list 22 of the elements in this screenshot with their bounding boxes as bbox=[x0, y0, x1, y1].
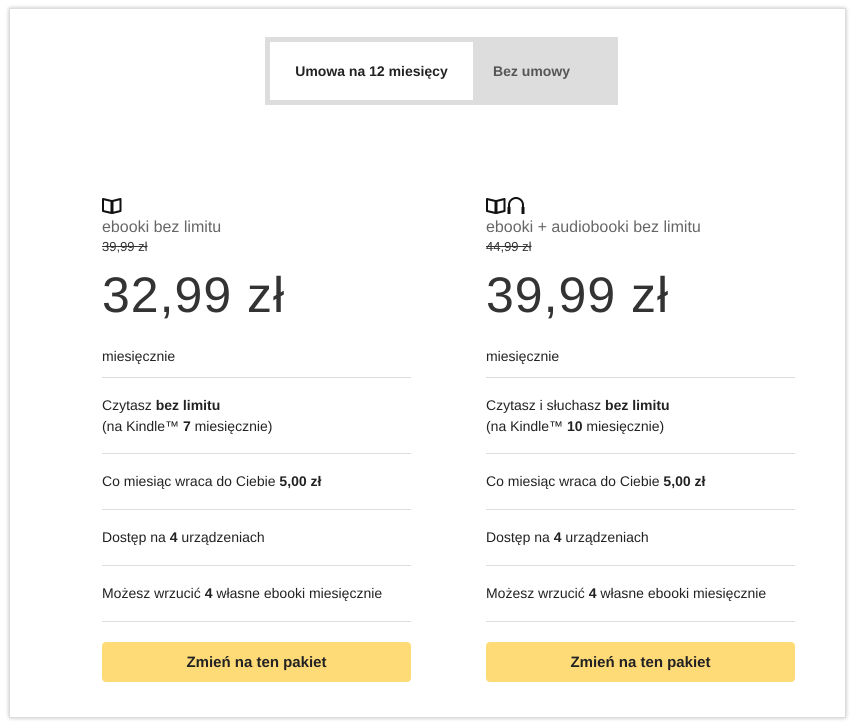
period-tab[interactable]: Umowa na 12 miesięcy bbox=[270, 42, 473, 100]
feature-text: Możesz wrzucić 4 własne ebooki miesięcznie bbox=[102, 584, 382, 603]
plan-name: ebooki bez limitu bbox=[102, 218, 222, 238]
plan-price: 32,99 zł bbox=[102, 266, 286, 325]
billing-period: miesięcznie bbox=[486, 346, 795, 378]
feature-text: Dostęp na 4 urządzeniach bbox=[486, 528, 649, 547]
feature-text: Co miesiąc wraca do Ciebie 5,00 zł bbox=[486, 472, 706, 491]
feature-text: Dostęp na 4 urządzeniach bbox=[102, 528, 265, 547]
feature-text: Co miesiąc wraca do Ciebie 5,00 zł bbox=[102, 472, 322, 491]
feature-text: Czytasz i słuchasz bez limitu (na Kindle™ 10 miesięcznie) bbox=[486, 396, 670, 436]
plan-price: 39,99 zł bbox=[486, 266, 670, 325]
change-plan-button[interactable]: Zmień na ten pakiet bbox=[102, 642, 411, 682]
billing-period: miesięcznie bbox=[102, 346, 411, 378]
change-plan-button[interactable]: Zmień na ten pakiet bbox=[486, 642, 795, 682]
old-price: 39,99 zł bbox=[102, 238, 149, 256]
plan-name: ebooki + audiobooki bez limitu bbox=[486, 218, 702, 238]
feature-text: Możesz wrzucić 4 własne ebooki miesięcznie bbox=[486, 584, 766, 603]
period-tab[interactable]: Bez umowy bbox=[473, 42, 590, 100]
feature-text: Czytasz bez limitu (na Kindle™ 7 miesięcznie) bbox=[102, 396, 272, 436]
old-price: 44,99 zł bbox=[486, 238, 533, 256]
book-headphones-icon bbox=[486, 195, 526, 215]
book-icon bbox=[102, 195, 122, 215]
